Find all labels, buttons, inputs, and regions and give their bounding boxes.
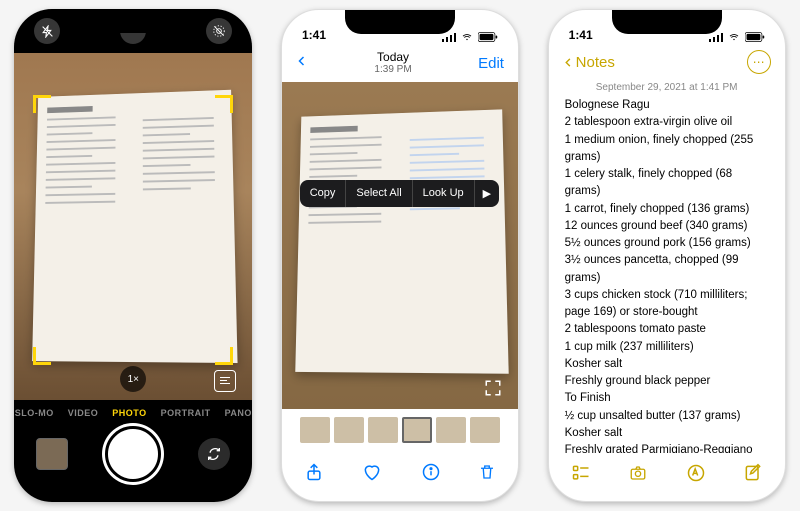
- photos-nav-bar: Today 1:39 PM Edit: [282, 44, 518, 82]
- photos-toolbar: [282, 451, 518, 501]
- mode-portrait[interactable]: PORTRAIT: [161, 408, 211, 418]
- status-time: 1:41: [569, 28, 593, 42]
- battery-icon: [745, 32, 765, 42]
- thumb-item[interactable]: [334, 417, 364, 443]
- cookbook-page: [32, 89, 237, 362]
- zoom-level-button[interactable]: 1×: [120, 366, 146, 392]
- trash-icon[interactable]: [478, 461, 496, 483]
- focus-corner-icon: [33, 95, 51, 113]
- compose-icon[interactable]: [743, 463, 763, 483]
- status-icons: [709, 31, 765, 42]
- note-line: Kosher salt: [565, 425, 769, 442]
- menu-select-all[interactable]: Select All: [346, 180, 412, 207]
- checklist-icon[interactable]: [571, 463, 591, 483]
- camera-bottom-row: [14, 422, 252, 502]
- nav-title: Today 1:39 PM: [374, 51, 411, 75]
- shutter-button[interactable]: [105, 426, 161, 482]
- note-line: Bolognese Ragu: [565, 97, 769, 114]
- live-photo-off-icon[interactable]: [206, 18, 232, 44]
- note-line: 3½ ounces pancetta, chopped (99 grams): [565, 252, 769, 287]
- info-icon[interactable]: [421, 462, 441, 482]
- edit-button[interactable]: Edit: [478, 55, 504, 72]
- menu-more-icon[interactable]: ▶: [475, 180, 499, 207]
- note-line: 3 cups chicken stock (710 milliliters; p…: [565, 287, 769, 322]
- menu-look-up[interactable]: Look Up: [413, 180, 475, 207]
- back-button[interactable]: [296, 52, 308, 74]
- note-content[interactable]: Bolognese Ragu2 tablespoon extra-virgin …: [549, 97, 785, 453]
- mode-video[interactable]: VIDEO: [68, 408, 99, 418]
- focus-corner-icon: [215, 347, 233, 365]
- status-time: 1:41: [302, 28, 326, 42]
- mode-slomo[interactable]: SLO-MO: [15, 408, 54, 418]
- note-line: 2 tablespoons tomato paste: [565, 321, 769, 338]
- battery-icon: [478, 32, 498, 42]
- more-options-icon[interactable]: ⋯: [747, 50, 771, 74]
- cookbook-page: [295, 110, 508, 374]
- note-line: 1 celery stalk, finely chopped (68 grams…: [565, 166, 769, 201]
- photo-viewer[interactable]: Copy Select All Look Up ▶: [282, 82, 518, 409]
- note-line: ½ cup unsalted butter (137 grams): [565, 408, 769, 425]
- markup-icon[interactable]: [686, 463, 706, 483]
- note-line: Kosher salt: [565, 356, 769, 373]
- wifi-icon: [460, 31, 474, 42]
- thumb-item[interactable]: [470, 417, 500, 443]
- camera-viewfinder[interactable]: 1×: [14, 53, 252, 400]
- notes-nav-bar: Notes ⋯: [549, 44, 785, 80]
- camera-icon[interactable]: [627, 464, 649, 482]
- notes-toolbar: [549, 453, 785, 501]
- note-line: To Finish: [565, 390, 769, 407]
- note-timestamp: September 29, 2021 at 1:41 PM: [549, 80, 785, 97]
- phone-camera: 1× SLO-MO VIDEO PHOTO PORTRAIT PANO: [14, 9, 252, 502]
- note-line: 1 medium onion, finely chopped (255 gram…: [565, 132, 769, 167]
- wifi-icon: [727, 31, 741, 42]
- note-line: 5½ ounces ground pork (156 grams): [565, 235, 769, 252]
- phone-notes: 1:41 Notes ⋯ September 29, 2021 at 1:41 …: [548, 9, 786, 502]
- notch: [345, 10, 455, 34]
- photo-scrubber[interactable]: [282, 409, 518, 451]
- live-text-icon[interactable]: [214, 370, 236, 392]
- note-line: 12 ounces ground beef (340 grams): [565, 218, 769, 235]
- thumb-item-selected[interactable]: [402, 417, 432, 443]
- phone-photos: 1:41 Today 1:39 PM Edit Copy Select All …: [281, 9, 519, 502]
- notch: [612, 10, 722, 34]
- text-selection-menu: Copy Select All Look Up ▶: [300, 180, 499, 207]
- thumb-item[interactable]: [300, 417, 330, 443]
- mode-pano[interactable]: PANO: [225, 408, 252, 418]
- mode-photo[interactable]: PHOTO: [112, 408, 146, 418]
- switch-camera-icon[interactable]: [198, 438, 230, 470]
- notch: [78, 9, 188, 33]
- note-line: 1 cup milk (237 milliliters): [565, 339, 769, 356]
- camera-mode-selector[interactable]: SLO-MO VIDEO PHOTO PORTRAIT PANO: [14, 400, 252, 422]
- note-line: 2 tablespoon extra-virgin olive oil: [565, 114, 769, 131]
- note-line: Freshly ground black pepper: [565, 373, 769, 390]
- focus-corner-icon: [215, 95, 233, 113]
- back-to-notes-button[interactable]: Notes: [563, 54, 615, 71]
- focus-corner-icon: [33, 347, 51, 365]
- status-icons: [442, 31, 498, 42]
- last-photo-thumbnail[interactable]: [36, 438, 68, 470]
- heart-icon[interactable]: [361, 462, 383, 482]
- note-line: Freshly grated Parmigiano-Reggiano chees…: [565, 442, 769, 453]
- share-icon[interactable]: [304, 461, 324, 483]
- menu-copy[interactable]: Copy: [300, 180, 347, 207]
- flash-off-icon[interactable]: [34, 18, 60, 44]
- note-line: 1 carrot, finely chopped (136 grams): [565, 201, 769, 218]
- expand-icon[interactable]: [482, 377, 504, 399]
- thumb-item[interactable]: [368, 417, 398, 443]
- thumb-item[interactable]: [436, 417, 466, 443]
